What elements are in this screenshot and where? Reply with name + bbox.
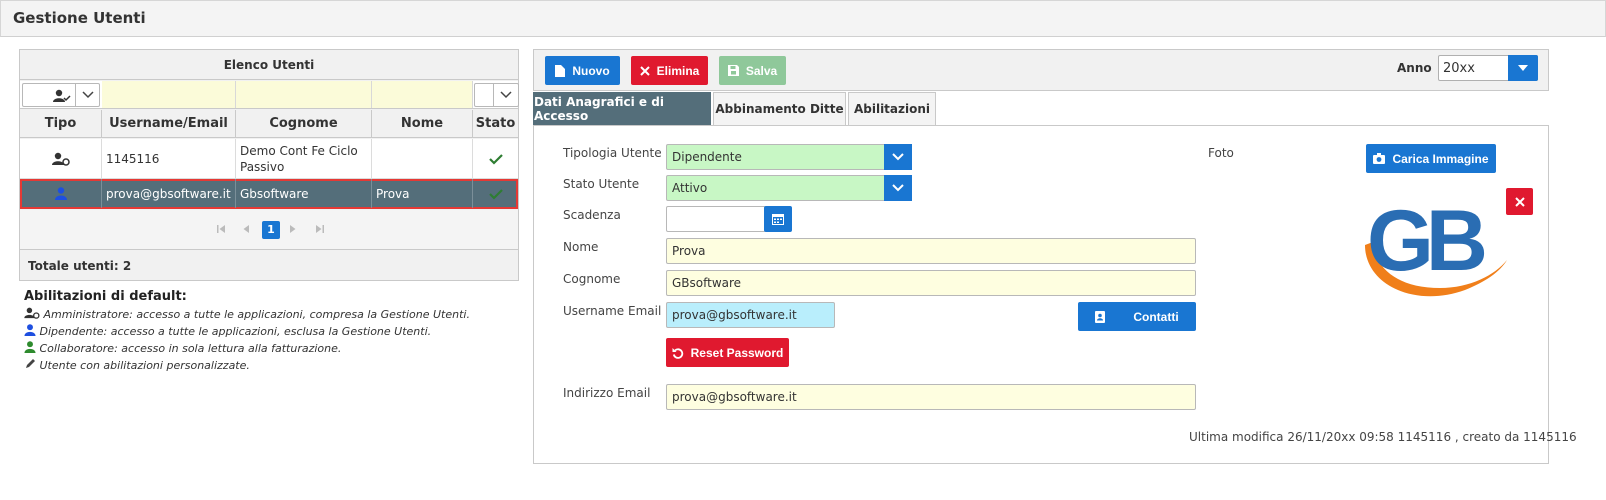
admin-user-icon bbox=[24, 307, 40, 319]
stato-dropdown-button[interactable] bbox=[884, 175, 912, 201]
page-number[interactable]: 1 bbox=[262, 221, 280, 239]
scadenza-label: Scadenza bbox=[563, 208, 621, 222]
logo-text: GB bbox=[1367, 193, 1485, 289]
tab-abilitazioni[interactable]: Abilitazioni bbox=[848, 92, 936, 125]
column-header-username[interactable]: Username/Email bbox=[102, 110, 236, 138]
username-input[interactable]: prova@gbsoftware.it bbox=[666, 302, 835, 328]
username-filter-input[interactable] bbox=[102, 81, 236, 108]
stato-label: Stato Utente bbox=[563, 177, 640, 191]
stato-select[interactable]: Attivo bbox=[666, 175, 912, 201]
save-icon bbox=[727, 65, 739, 76]
table-row[interactable]: 1145116 Demo Cont Fe Ciclo Passivo bbox=[20, 139, 518, 179]
year-value: 20xx bbox=[1443, 61, 1475, 76]
email-input[interactable]: prova@gbsoftware.it bbox=[666, 384, 1196, 410]
users-panel-title: Elenco Utenti bbox=[20, 50, 518, 80]
chevron-down-icon bbox=[500, 91, 512, 99]
caret-down-icon bbox=[1518, 65, 1528, 71]
users-total: Totale utenti: 2 bbox=[28, 259, 132, 273]
filter-row bbox=[20, 81, 519, 109]
page-header bbox=[0, 0, 1606, 37]
foto-label: Foto bbox=[1208, 146, 1234, 160]
row-username-cell: 1145116 bbox=[102, 139, 236, 178]
chevron-down-icon bbox=[892, 153, 904, 161]
year-select[interactable]: 20xx bbox=[1438, 55, 1538, 81]
column-header-nome[interactable]: Nome bbox=[372, 110, 473, 138]
page-title: Gestione Utenti bbox=[13, 9, 146, 27]
check-icon bbox=[488, 153, 503, 165]
last-page-icon[interactable] bbox=[315, 224, 325, 234]
column-header-stato[interactable]: Stato bbox=[473, 110, 518, 138]
chevron-down-icon bbox=[82, 91, 94, 99]
row-cognome-cell: Gbsoftware bbox=[236, 179, 372, 208]
reset-password-button[interactable]: Reset Password bbox=[666, 338, 789, 367]
tab-abbinamento-ditte[interactable]: Abbinamento Ditte bbox=[713, 92, 846, 125]
scadenza-input[interactable] bbox=[666, 206, 766, 232]
table-row-selected[interactable]: prova@gbsoftware.it Gbsoftware Prova bbox=[20, 179, 518, 209]
column-header-tipo[interactable]: Tipo bbox=[20, 110, 102, 138]
close-icon bbox=[639, 65, 650, 76]
employee-user-icon bbox=[54, 187, 67, 200]
calendar-button[interactable] bbox=[764, 206, 792, 232]
row-cognome-cell: Demo Cont Fe Ciclo Passivo bbox=[236, 139, 372, 178]
row-stato-cell bbox=[473, 139, 518, 178]
last-modified-note: Ultima modifica 26/11/20xx 09:58 1145116… bbox=[1189, 430, 1577, 444]
collaborator-user-icon bbox=[24, 341, 36, 353]
user-type-icon bbox=[53, 89, 71, 102]
legend-collaborator: Collaboratore: accesso in sola lettura a… bbox=[24, 341, 341, 355]
username-label: Username Email bbox=[563, 304, 662, 318]
cognome-input[interactable]: GBsoftware bbox=[666, 270, 1196, 296]
column-header-cognome[interactable]: Cognome bbox=[236, 110, 372, 138]
email-label: Indirizzo Email bbox=[563, 386, 651, 400]
cognome-filter-input[interactable] bbox=[236, 81, 372, 108]
pencil-icon bbox=[26, 359, 35, 368]
camera-icon bbox=[1373, 153, 1386, 164]
pager: 1 bbox=[20, 210, 518, 250]
first-page-icon[interactable] bbox=[216, 224, 226, 234]
stato-filter-select[interactable] bbox=[474, 83, 519, 107]
gb-logo-image: GB bbox=[1365, 193, 1507, 297]
contatti-button[interactable]: Contatti bbox=[1078, 302, 1196, 331]
tipologia-label: Tipologia Utente bbox=[563, 146, 662, 160]
row-tipo-cell bbox=[20, 179, 102, 208]
row-tipo-cell bbox=[20, 139, 102, 178]
calendar-icon bbox=[772, 214, 784, 225]
check-icon bbox=[488, 188, 503, 200]
year-dropdown-button[interactable] bbox=[1508, 55, 1538, 81]
tipologia-select[interactable]: Dipendente bbox=[666, 144, 912, 170]
row-nome-cell: Prova bbox=[372, 179, 473, 208]
prev-page-icon[interactable] bbox=[242, 224, 250, 234]
row-stato-cell bbox=[473, 179, 518, 208]
save-button[interactable]: Salva bbox=[719, 56, 786, 85]
undo-icon bbox=[672, 347, 683, 359]
tipo-filter-select[interactable] bbox=[22, 83, 100, 107]
row-username-cell: prova@gbsoftware.it bbox=[102, 179, 236, 208]
admin-user-icon bbox=[51, 152, 70, 166]
defaults-title: Abilitazioni di default: bbox=[24, 289, 187, 304]
chevron-down-icon bbox=[892, 184, 904, 192]
upload-image-button[interactable]: Carica Immagine bbox=[1366, 144, 1496, 173]
cognome-label: Cognome bbox=[563, 272, 621, 286]
address-book-icon bbox=[1095, 310, 1106, 323]
row-cognome-line1: Demo Cont Fe Ciclo bbox=[240, 143, 358, 158]
legend-employee: Dipendente: accesso a tutte le applicazi… bbox=[24, 324, 431, 338]
new-button[interactable]: Nuovo bbox=[545, 56, 620, 85]
row-nome-cell bbox=[372, 139, 473, 178]
tab-dati-anagrafici[interactable]: Dati Anagrafici e di Accesso bbox=[533, 92, 711, 125]
nome-input[interactable]: Prova bbox=[666, 238, 1196, 264]
delete-button[interactable]: Elimina bbox=[631, 56, 708, 85]
close-icon bbox=[1514, 196, 1525, 207]
next-page-icon[interactable] bbox=[289, 224, 297, 234]
nome-filter-input[interactable] bbox=[372, 81, 473, 108]
legend-admin: Amministratore: accesso a tutte le appli… bbox=[24, 307, 470, 321]
nome-label: Nome bbox=[563, 240, 599, 254]
year-label: Anno bbox=[1397, 61, 1432, 75]
table-header: Tipo Username/Email Cognome Nome Stato bbox=[20, 110, 518, 138]
users-panel: Elenco Utenti Tipo Username/Email Cognom… bbox=[19, 49, 519, 281]
employee-user-icon bbox=[24, 324, 36, 336]
document-icon bbox=[555, 64, 566, 77]
row-cognome-line2: Passivo bbox=[240, 159, 285, 174]
legend-custom: Utente con abilitazioni personalizzate. bbox=[24, 358, 250, 372]
tipologia-dropdown-button[interactable] bbox=[884, 144, 912, 170]
